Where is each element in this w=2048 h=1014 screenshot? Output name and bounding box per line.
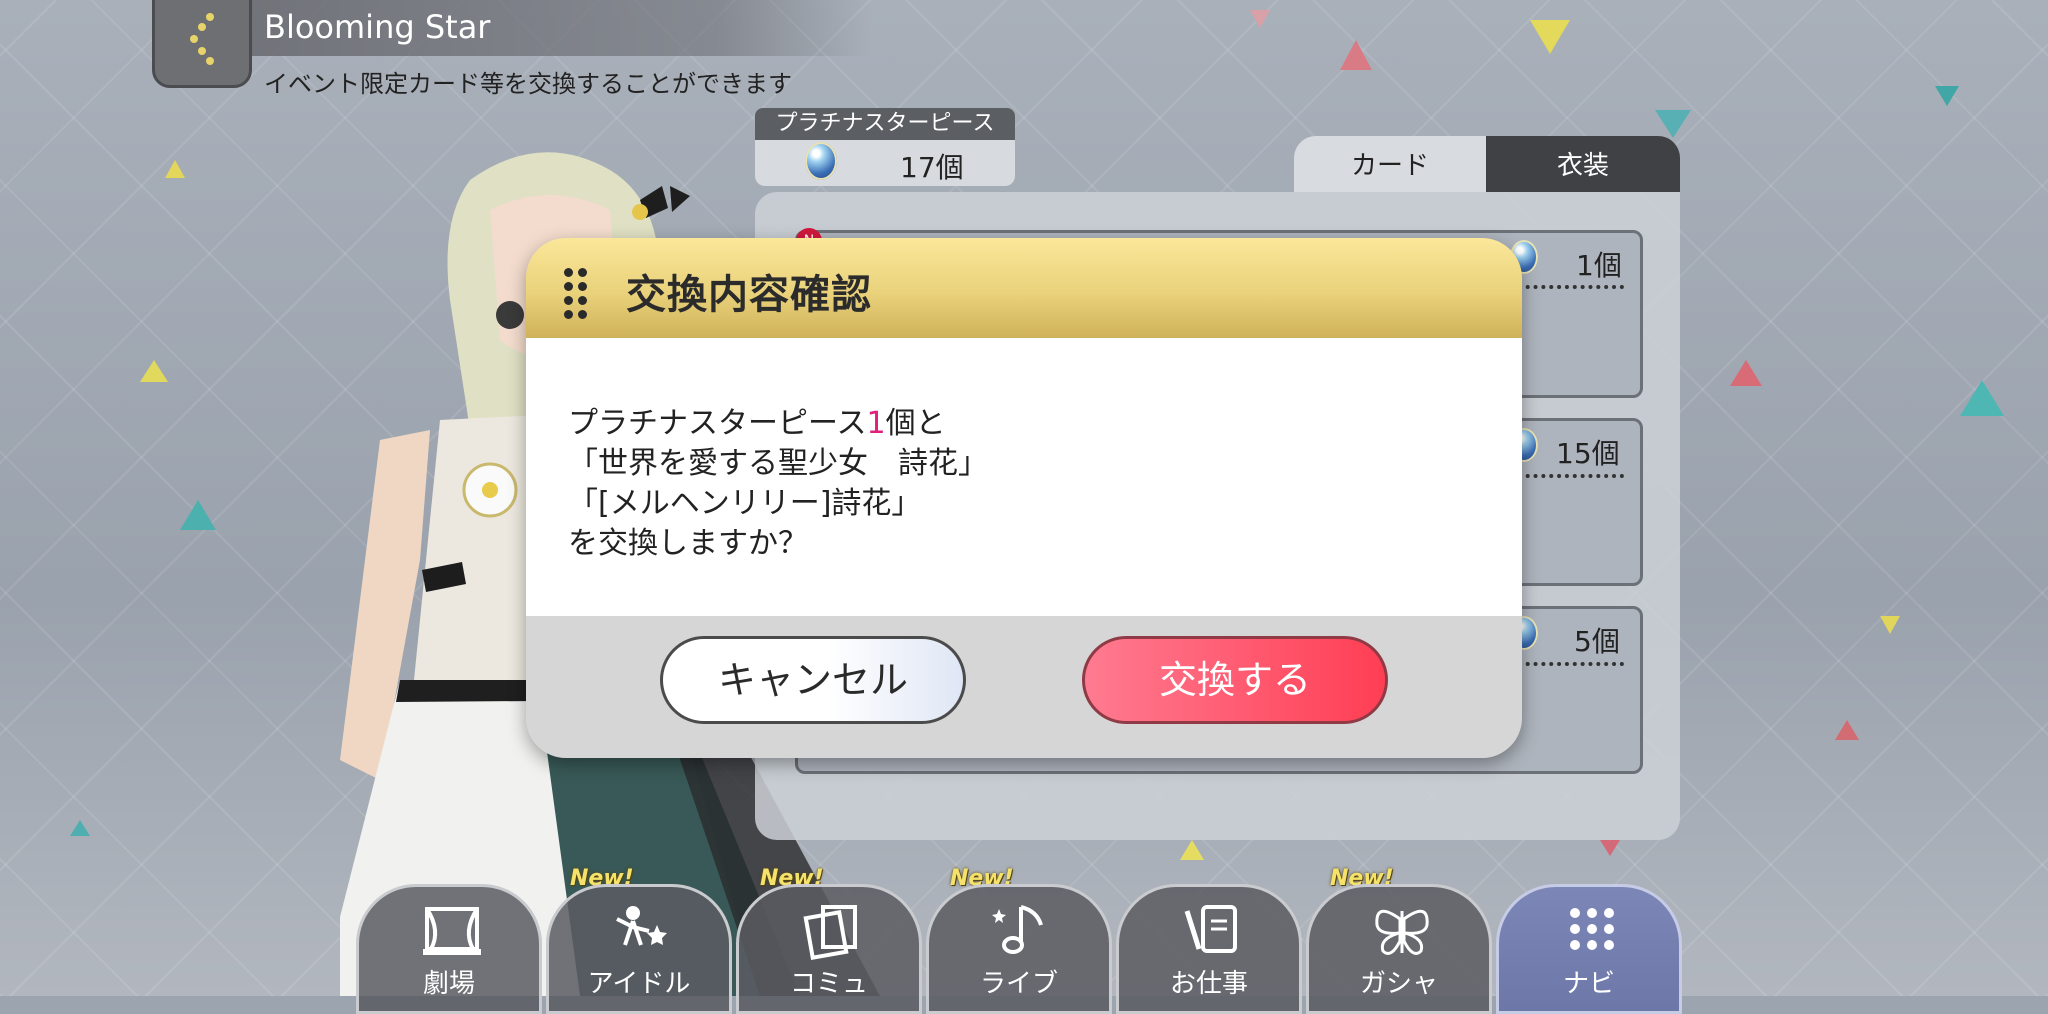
live-icon	[992, 905, 1043, 954]
nav-label: コミュ	[789, 969, 868, 999]
nav-label: アイドル	[587, 969, 691, 999]
nav-idol[interactable]: アイドル	[546, 884, 732, 1014]
nav-work[interactable]: お仕事	[1116, 884, 1302, 1014]
cancel-button[interactable]: キャンセル	[660, 636, 966, 724]
message-line-2: 「世界を愛する聖少女 詩花」	[568, 446, 988, 481]
page-subtitle: イベント限定カード等を交換することができます	[264, 70, 792, 98]
dialog-header: 交換内容確認	[526, 238, 1522, 338]
message-text: プラチナスターピース	[568, 406, 867, 441]
commu-icon	[803, 905, 857, 960]
confirm-exchange-button[interactable]: 交換する	[1082, 636, 1388, 724]
nav-navi[interactable]: ナビ	[1496, 884, 1682, 1014]
message-text: 個と	[885, 406, 946, 441]
navi-icon	[1570, 908, 1614, 950]
gacha-icon	[1375, 909, 1429, 955]
back-button[interactable]	[152, 0, 252, 88]
nav-theater[interactable]: 劇場	[356, 884, 542, 1014]
message-line-4: を交換しますか？	[568, 526, 808, 561]
platinum-star-piece-icon	[805, 142, 837, 180]
nav-label: 劇場	[422, 969, 475, 999]
exchange-quantity: 1	[866, 406, 886, 441]
message-line-3: 「[メルヘンリリー]詩花」	[568, 486, 922, 521]
dotted-divider	[1510, 662, 1624, 666]
dotted-divider	[1510, 474, 1624, 478]
nav-label: ガシャ	[1359, 969, 1438, 999]
item-cost: 1個	[1576, 249, 1622, 282]
dialog-title: 交換内容確認	[626, 272, 872, 318]
dotted-divider	[1510, 285, 1624, 289]
item-cost: 5個	[1574, 625, 1620, 658]
chevron-left-icon	[190, 13, 214, 65]
nav-label: お仕事	[1169, 969, 1248, 999]
dialog-message: プラチナスターピース1個と 「世界を愛する聖少女 詩花」 「[メルヘンリリー]詩…	[526, 338, 1522, 616]
idol-icon	[616, 906, 667, 946]
nav-gacha[interactable]: ガシャ	[1306, 884, 1492, 1014]
dialog-footer: キャンセル 交換する	[526, 616, 1522, 758]
message-line-1: プラチナスターピース1個と	[568, 398, 946, 442]
page-title: Blooming Star	[264, 8, 491, 46]
nav-commu[interactable]: コミュ	[736, 884, 922, 1014]
nav-label: ナビ	[1562, 969, 1615, 999]
exchange-confirm-dialog: 交換内容確認 プラチナスターピース1個と 「世界を愛する聖少女 詩花」 「[メル…	[526, 238, 1522, 758]
tab-costume[interactable]: 衣装	[1486, 136, 1680, 192]
currency-label: プラチナスターピース	[755, 108, 1015, 140]
work-icon	[1184, 905, 1237, 953]
tab-card[interactable]: カード	[1294, 136, 1486, 192]
currency-count: 17個	[900, 151, 964, 184]
currency-box	[755, 140, 1015, 186]
nav-live[interactable]: ライブ	[926, 884, 1112, 1014]
item-cost: 15個	[1556, 437, 1620, 470]
grip-dots-icon	[564, 268, 590, 319]
nav-label: ライブ	[979, 969, 1058, 999]
theater-icon	[423, 907, 481, 955]
